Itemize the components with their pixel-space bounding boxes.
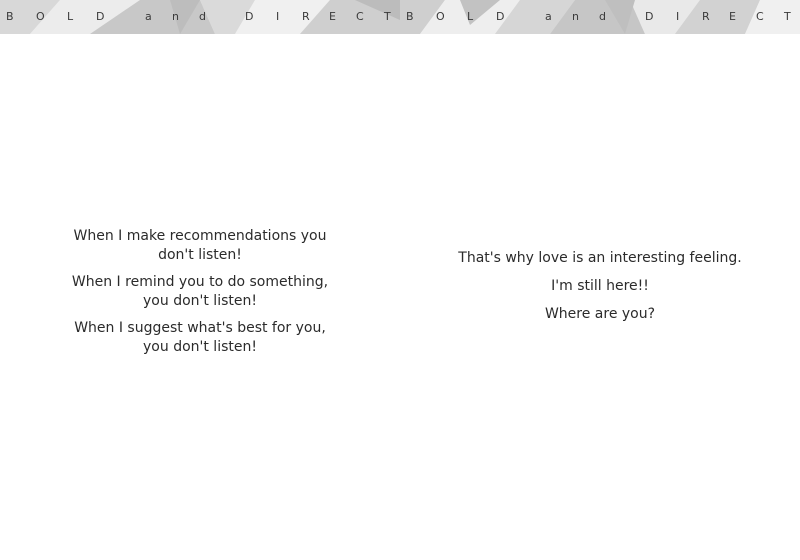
header-letter: I	[276, 10, 280, 23]
header-band: B O L D a n d D I R E C T	[400, 0, 800, 34]
header-letter: a	[545, 10, 552, 23]
header-letter: B	[406, 10, 414, 23]
header-letter: L	[67, 10, 74, 23]
header-letter: R	[302, 10, 310, 23]
header-letter: R	[702, 10, 710, 23]
paragraph: When I remind you to do something, you d…	[71, 274, 329, 309]
book-spread: B O L D a n d D I R E C T When I make re…	[0, 0, 800, 560]
header-letter: O	[436, 10, 445, 23]
header-letter: T	[784, 10, 791, 23]
header-band: B O L D a n d D I R E C T	[0, 0, 400, 34]
paragraph: When I make recommendations you don't li…	[73, 228, 327, 263]
header-text: B O L D a n d D I R E C T	[400, 0, 800, 34]
left-page-text: When I make recommendations you don't li…	[0, 227, 400, 365]
header-letter: n	[172, 10, 179, 23]
header-letter: d	[599, 10, 606, 23]
header-letter: C	[756, 10, 764, 23]
header-letter: C	[356, 10, 364, 23]
header-letter: E	[729, 10, 736, 23]
right-page: B O L D a n d D I R E C T That's why lov…	[400, 0, 800, 560]
header-letter: D	[245, 10, 254, 23]
paragraph: That's why love is an interesting feelin…	[458, 250, 742, 266]
header-letter: B	[6, 10, 14, 23]
left-page: B O L D a n d D I R E C T When I make re…	[0, 0, 400, 560]
header-letter: O	[36, 10, 45, 23]
paragraph: Where are you?	[544, 306, 656, 322]
header-letter: D	[645, 10, 654, 23]
right-page-text: That's why love is an interesting feelin…	[400, 249, 800, 333]
header-letter: D	[496, 10, 505, 23]
paragraph: When I suggest what's best for you, you …	[74, 320, 326, 355]
header-letter: n	[572, 10, 579, 23]
header-letter: a	[145, 10, 152, 23]
header-letter: D	[96, 10, 105, 23]
paragraph: I'm still here!!	[551, 278, 649, 294]
header-text: B O L D a n d D I R E C T	[0, 0, 400, 34]
header-letter: I	[676, 10, 680, 23]
header-letter: d	[199, 10, 206, 23]
header-letter: E	[329, 10, 336, 23]
header-letter: T	[384, 10, 391, 23]
header-letter: L	[467, 10, 474, 23]
